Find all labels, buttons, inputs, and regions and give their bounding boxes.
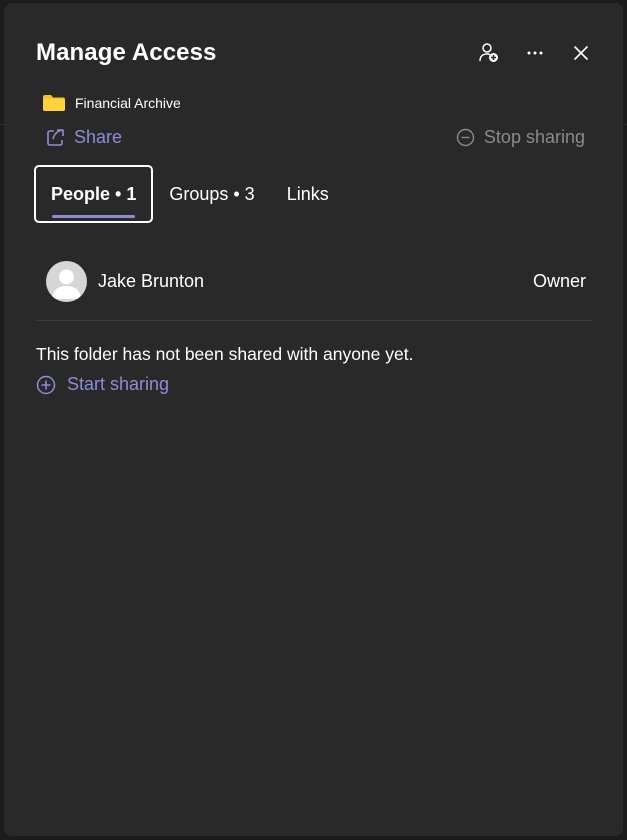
folder-icon: [43, 95, 65, 111]
item-name: Financial Archive: [75, 95, 181, 111]
person-row[interactable]: Jake Brunton Owner: [46, 260, 586, 302]
more-options-icon: [527, 51, 543, 55]
add-circle-icon: [36, 375, 56, 394]
empty-state-message: This folder has not been shared with any…: [36, 344, 414, 364]
tab-groups[interactable]: Groups • 3: [153, 165, 270, 223]
tab-links[interactable]: Links: [271, 165, 345, 223]
minus-circle-icon: [456, 128, 475, 147]
stop-sharing-label: Stop sharing: [483, 127, 585, 147]
share-icon: [47, 129, 64, 146]
tab-people[interactable]: People • 1: [34, 165, 154, 223]
header-actions: [455, 41, 593, 65]
close-icon: [574, 46, 588, 60]
default-avatar-icon: [52, 269, 81, 299]
divider: [36, 320, 591, 321]
share-label: Share: [74, 127, 123, 147]
more-options-button[interactable]: [523, 41, 547, 65]
person-role: Owner: [532, 270, 586, 291]
item-header: Financial Archive: [42, 94, 181, 112]
avatar: [46, 260, 87, 302]
person-add-icon: [479, 43, 498, 62]
panel-title: Manage Access: [36, 39, 217, 66]
close-button[interactable]: [569, 41, 593, 65]
add-person-button[interactable]: [477, 41, 501, 65]
share-button[interactable]: Share: [46, 127, 122, 148]
access-tabs: People • 1 Groups • 3 Links: [34, 165, 345, 223]
stop-sharing-button[interactable]: Stop sharing: [456, 127, 585, 148]
start-sharing-label: Start sharing: [67, 374, 170, 394]
person-name: Jake Brunton: [98, 270, 205, 291]
manage-access-panel: Manage Access Financial Archive Share St…: [4, 3, 623, 836]
start-sharing-button[interactable]: Start sharing: [36, 374, 169, 395]
